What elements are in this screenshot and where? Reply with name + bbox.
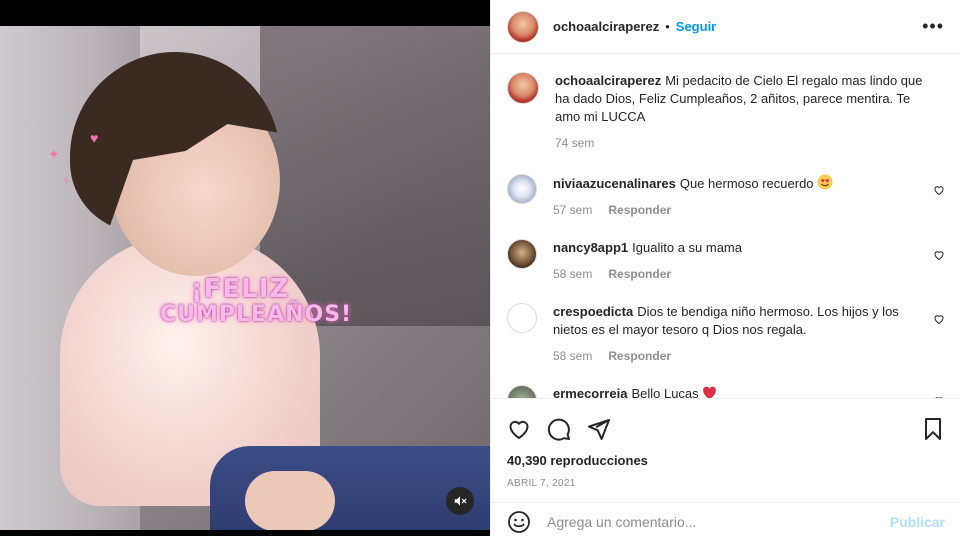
- birthday-sticker-line2: CUMPLEAÑOS!: [160, 302, 353, 328]
- sparkle-icon: ♥: [90, 130, 99, 146]
- sparkle-icon: ✧: [62, 176, 71, 187]
- caption-body: ochoaalciraperez Mi pedacito de Cielo El …: [555, 72, 931, 152]
- post-side-panel: ochoaalciraperez • Seguir ••• ochoaalcir…: [490, 0, 960, 536]
- comment-body: niviaazucenalinares Que hermoso recuerdo …: [553, 174, 929, 219]
- sparkle-icon: ✦: [48, 146, 60, 162]
- comment-username[interactable]: nancy8app1: [553, 240, 628, 255]
- comment-username[interactable]: crespoedicta: [553, 304, 633, 319]
- add-comment-bar: Publicar: [491, 502, 960, 536]
- post-media[interactable]: ✦ ♥ ✧ ¡FELIZ CUMPLEAÑOS!: [0, 0, 490, 536]
- caption-avatar[interactable]: [507, 72, 539, 104]
- comment-text: Igualito a su mama: [632, 240, 742, 255]
- follow-button[interactable]: Seguir: [676, 19, 716, 34]
- caption-meta: 74 sem: [555, 134, 931, 152]
- comment-body: crespoedicta Dios te bendiga niño hermoso…: [553, 303, 929, 365]
- reply-button[interactable]: Responder: [608, 265, 671, 283]
- comments-list[interactable]: ochoaalciraperez Mi pedacito de Cielo El …: [491, 54, 960, 398]
- more-options-icon[interactable]: •••: [922, 16, 944, 37]
- post-date[interactable]: ABRIL 7, 2021: [491, 468, 960, 489]
- red-heart-emoji-icon: [703, 386, 717, 398]
- like-comment-heart-icon[interactable]: [933, 313, 945, 325]
- commenter-avatar[interactable]: [507, 239, 537, 269]
- heart-eyes-emoji-icon: [817, 174, 833, 190]
- birthday-sticker-line1: ¡FELIZ: [190, 274, 290, 304]
- video-frame[interactable]: ✦ ♥ ✧ ¡FELIZ CUMPLEAÑOS!: [0, 26, 490, 530]
- caption-time[interactable]: 74 sem: [555, 134, 594, 152]
- like-comment-heart-icon[interactable]: [933, 249, 945, 261]
- comment-item: crespoedicta Dios te bendiga niño hermoso…: [507, 303, 945, 365]
- post-actions: 40,390 reproducciones ABRIL 7, 2021 Publ…: [491, 398, 960, 534]
- caption: ochoaalciraperez Mi pedacito de Cielo El …: [507, 72, 945, 152]
- like-comment-heart-icon[interactable]: [933, 184, 945, 196]
- mute-button[interactable]: [446, 487, 474, 515]
- share-paper-plane-icon[interactable]: [587, 417, 611, 441]
- post-viewer: ✦ ♥ ✧ ¡FELIZ CUMPLEAÑOS! ochoaalcirapere…: [0, 0, 960, 536]
- action-icons: [491, 399, 960, 447]
- comment-item: ermecorreia Bello Lucas: [507, 385, 945, 398]
- comment-item: nancy8app1 Igualito a su mama 58 sem Resp…: [507, 239, 945, 283]
- comment-time[interactable]: 58 sem: [553, 265, 592, 283]
- caption-username[interactable]: ochoaalciraperez: [555, 73, 661, 88]
- comment-meta: 58 sem Responder: [553, 347, 929, 365]
- comment-input[interactable]: [547, 513, 890, 530]
- comment-time[interactable]: 58 sem: [553, 347, 592, 365]
- view-count[interactable]: 40,390 reproducciones: [491, 447, 960, 468]
- commenter-avatar[interactable]: [507, 303, 537, 333]
- volume-muted-icon: [454, 496, 467, 506]
- comment-body: ermecorreia Bello Lucas: [553, 385, 929, 398]
- like-heart-icon[interactable]: [507, 417, 531, 441]
- comment-username[interactable]: ermecorreia: [553, 386, 627, 398]
- reply-button[interactable]: Responder: [608, 201, 671, 219]
- commenter-avatar[interactable]: [507, 174, 537, 204]
- comment-username[interactable]: niviaazucenalinares: [553, 176, 676, 191]
- comment-text: Bello Lucas: [631, 386, 699, 398]
- comment-bubble-icon[interactable]: [547, 417, 571, 441]
- post-header: ochoaalciraperez • Seguir •••: [491, 0, 960, 54]
- emoji-picker-icon[interactable]: [507, 510, 531, 534]
- reply-button[interactable]: Responder: [608, 347, 671, 365]
- comment-meta: 57 sem Responder: [553, 201, 929, 219]
- commenter-avatar[interactable]: [507, 385, 537, 398]
- author-username[interactable]: ochoaalciraperez: [553, 19, 659, 34]
- comment-text: Que hermoso recuerdo: [679, 176, 814, 191]
- comment-meta: 58 sem Responder: [553, 265, 929, 283]
- comment-body: nancy8app1 Igualito a su mama 58 sem Resp…: [553, 239, 929, 283]
- save-bookmark-icon[interactable]: [921, 417, 945, 441]
- video-child-hand: [245, 471, 335, 530]
- author-avatar[interactable]: [507, 10, 539, 43]
- separator-dot: •: [665, 19, 670, 34]
- publish-button[interactable]: Publicar: [890, 514, 945, 530]
- comment-item: niviaazucenalinares Que hermoso recuerdo …: [507, 174, 945, 219]
- birthday-sticker: ¡FELIZ CUMPLEAÑOS!: [160, 274, 353, 328]
- comment-time[interactable]: 57 sem: [553, 201, 592, 219]
